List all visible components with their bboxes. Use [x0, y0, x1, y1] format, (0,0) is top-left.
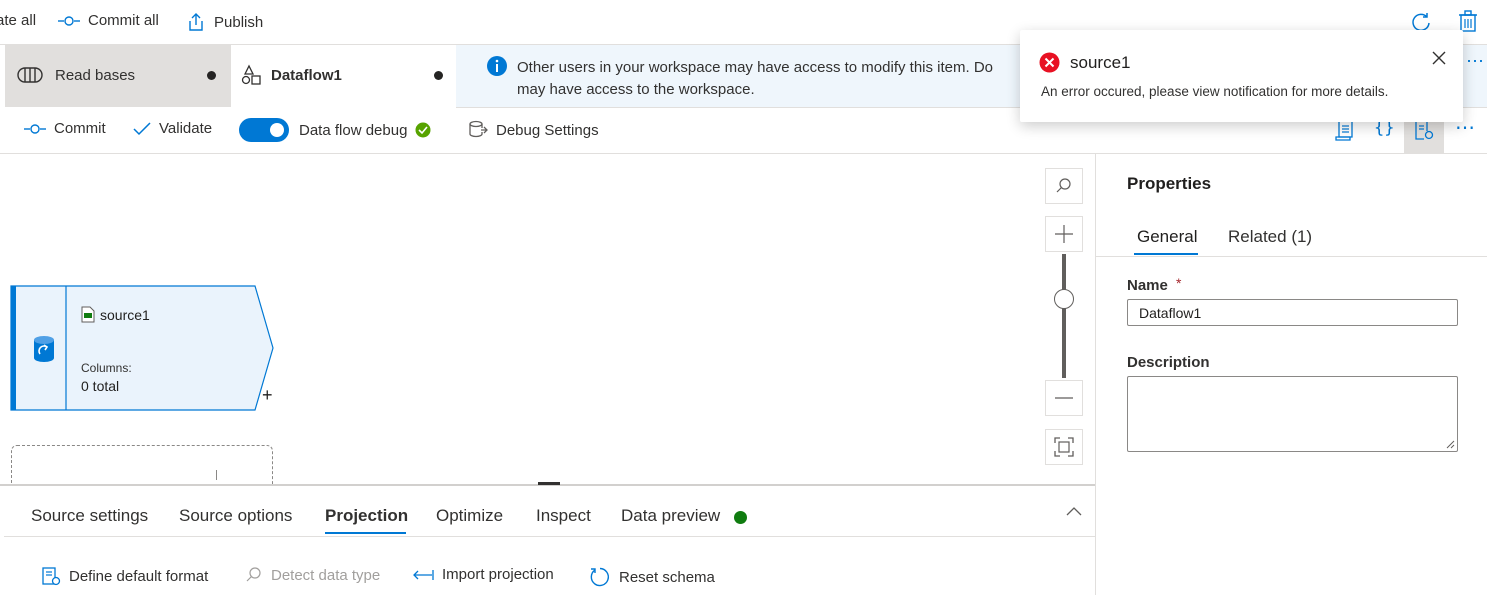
minus-icon	[1054, 396, 1074, 400]
detect-data-type-label: Detect data type	[271, 566, 381, 584]
source-database-icon	[33, 335, 55, 363]
bottom-config-panel: Source settings Source options Projectio…	[0, 482, 1095, 597]
name-label: Name	[1127, 277, 1168, 294]
dataflow-icon	[241, 64, 263, 86]
validate-all-button[interactable]: ate all	[0, 12, 36, 29]
more-icon[interactable]: ⋯	[1466, 51, 1484, 72]
plus-icon	[1054, 224, 1074, 244]
import-arrow-icon	[412, 568, 434, 582]
checkmark-icon	[133, 121, 151, 136]
tab-inspect[interactable]: Inspect	[536, 506, 591, 526]
detect-data-type-button[interactable]: Detect data type	[245, 566, 380, 584]
status-dot	[734, 511, 747, 524]
validate-label: Validate	[159, 120, 213, 137]
columns-label: Columns:	[81, 361, 132, 375]
dataflow-canvas[interactable]: source1 Columns: 0 total +	[0, 154, 1095, 496]
reset-icon	[589, 566, 611, 588]
csv-file-icon	[81, 306, 95, 323]
debug-settings-label: Debug Settings	[496, 121, 599, 139]
commit-all-button[interactable]: Commit all	[58, 12, 159, 29]
pipeline-icon	[17, 66, 43, 84]
tab-label: Read bases	[55, 67, 136, 84]
error-icon	[1039, 52, 1060, 73]
import-projection-label: Import projection	[442, 566, 554, 583]
publish-label: Publish	[214, 13, 264, 31]
unsaved-dot	[434, 71, 443, 80]
zoom-slider-track[interactable]	[1062, 254, 1066, 378]
tab-read-bases[interactable]: Read bases	[5, 45, 231, 107]
close-icon[interactable]	[1432, 51, 1446, 65]
add-transformation-button[interactable]: +	[262, 385, 273, 406]
toast-message: An error occured, please view notificati…	[1041, 84, 1389, 99]
check-circle-icon	[415, 122, 431, 138]
commit-all-label: Commit all	[88, 12, 159, 29]
define-default-format-label: Define default format	[69, 567, 209, 585]
unsaved-dot	[207, 71, 216, 80]
name-field[interactable]: Dataflow1	[1127, 299, 1458, 326]
zoom-out-button[interactable]	[1045, 380, 1083, 416]
publish-icon	[186, 12, 206, 32]
debug-toggle[interactable]: Data flow debug	[239, 118, 431, 142]
import-projection-button[interactable]: Import projection	[412, 566, 554, 583]
reset-schema-button[interactable]: Reset schema	[589, 566, 715, 588]
reset-schema-label: Reset schema	[619, 568, 715, 586]
required-marker: *	[1176, 275, 1182, 291]
zoom-in-button[interactable]	[1045, 216, 1083, 252]
debug-label: Data flow debug	[299, 121, 408, 139]
trash-icon[interactable]	[1458, 10, 1478, 32]
script-icon[interactable]	[1335, 119, 1355, 141]
zoom-slider-thumb[interactable]	[1054, 289, 1074, 309]
properties-panel: Properties General Related (1) Name * Da…	[1095, 154, 1487, 595]
fit-to-screen-button[interactable]	[1045, 429, 1083, 465]
toggle-switch[interactable]	[239, 118, 289, 142]
define-default-format-button[interactable]: Define default format	[41, 566, 208, 586]
search-canvas-button[interactable]	[1045, 168, 1083, 204]
properties-icon	[1414, 119, 1434, 141]
info-line-1: Other users in your workspace may have a…	[517, 59, 994, 76]
search-icon	[1055, 177, 1073, 195]
panel-resize-handle[interactable]	[538, 482, 560, 485]
tab-data-preview[interactable]: Data preview	[621, 506, 720, 526]
toast-title: source1	[1070, 53, 1131, 72]
error-toast: source1 An error occured, please view no…	[1020, 30, 1463, 122]
active-tab-indicator	[325, 532, 406, 534]
node-title: source1	[100, 307, 150, 323]
format-icon	[41, 566, 61, 586]
commit-label: Commit	[54, 120, 106, 137]
tab-dataflow1[interactable]: Dataflow1	[231, 45, 456, 107]
active-tab-indicator	[1134, 253, 1198, 255]
chevron-up-icon[interactable]	[1066, 506, 1082, 516]
properties-title: Properties	[1127, 174, 1212, 193]
tab-related[interactable]: Related (1)	[1228, 227, 1312, 247]
commit-icon	[58, 14, 80, 28]
tab-label: Dataflow1	[271, 67, 342, 84]
validate-all-label: ate all	[0, 12, 37, 29]
commit-button[interactable]: Commit	[24, 120, 106, 137]
columns-value: 0 total	[81, 378, 120, 394]
resize-grip-icon[interactable]	[1446, 440, 1455, 449]
info-icon	[486, 55, 508, 77]
info-line-2: may have access to the workspace.	[517, 81, 755, 98]
database-settings-icon	[468, 120, 488, 140]
tab-projection[interactable]: Projection	[325, 506, 408, 526]
validate-button[interactable]: Validate	[133, 120, 212, 137]
publish-button[interactable]: Publish	[186, 12, 263, 32]
description-field[interactable]	[1127, 376, 1458, 452]
tab-optimize[interactable]: Optimize	[436, 506, 503, 526]
fit-screen-icon	[1054, 437, 1074, 457]
commit-icon	[24, 122, 46, 136]
tab-source-options[interactable]: Source options	[179, 506, 292, 526]
name-value: Dataflow1	[1139, 305, 1202, 321]
search-icon	[245, 566, 263, 584]
tab-source-settings[interactable]: Source settings	[31, 506, 148, 526]
source-node[interactable]: source1 Columns: 0 total +	[10, 285, 276, 413]
debug-settings-button[interactable]: Debug Settings	[468, 120, 599, 140]
tab-general[interactable]: General	[1137, 227, 1197, 247]
description-label: Description	[1127, 354, 1210, 371]
